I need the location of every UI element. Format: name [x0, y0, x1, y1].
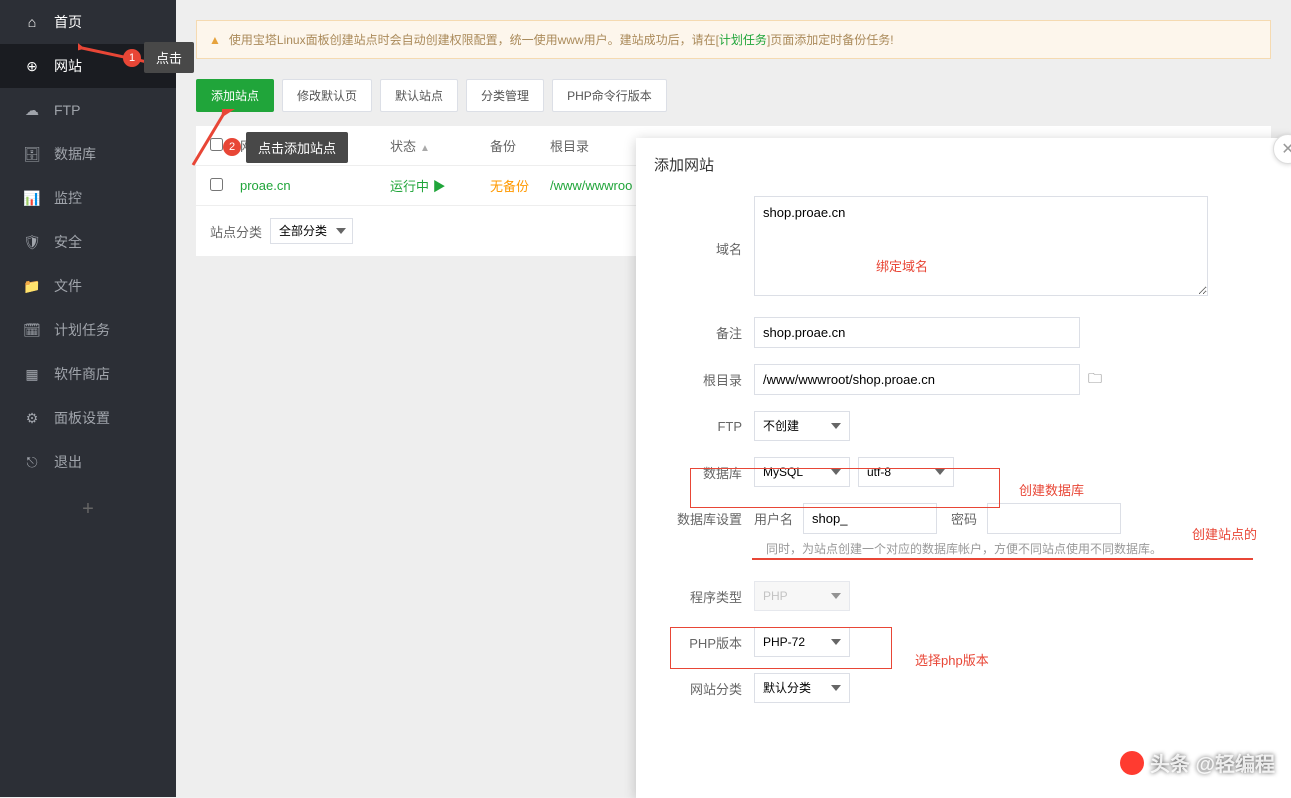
add-site-button[interactable]: 添加站点 — [196, 79, 274, 112]
sidebar: ⌂首页 ⊕网站 ☁FTP 🗄数据库 📊监控 🛡安全 📁文件 🗓计划任务 ▦软件商… — [0, 0, 176, 797]
calendar-icon: 🗓 — [24, 322, 40, 338]
alert-link[interactable]: 计划任务 — [719, 33, 767, 47]
db-type-select[interactable]: MySQL — [754, 457, 850, 487]
nav-monitor[interactable]: 📊监控 — [0, 176, 176, 220]
label-db: 数据库 — [654, 463, 754, 482]
col-backup: 备份 — [490, 136, 550, 155]
db-charset-select[interactable]: utf-8 — [858, 457, 954, 487]
alert-text-suffix: ]页面添加定时备份任务! — [767, 33, 894, 47]
tooltip-1: 点击 — [144, 42, 194, 73]
alert-banner: ▲ 使用宝塔Linux面板创建站点时会自动创建权限配置，统一使用www用户。建站… — [196, 20, 1271, 59]
php-version-select[interactable]: PHP-72 — [754, 627, 850, 657]
nav-ftp[interactable]: ☁FTP — [0, 88, 176, 132]
globe-icon: ⊕ — [24, 58, 40, 74]
nav-security[interactable]: 🛡安全 — [0, 220, 176, 264]
php-cli-button[interactable]: PHP命令行版本 — [552, 79, 667, 112]
label-cat: 网站分类 — [654, 679, 754, 698]
default-site-button[interactable]: 默认站点 — [380, 79, 458, 112]
label-phpv: PHP版本 — [654, 633, 754, 652]
ftp-icon: ☁ — [24, 102, 40, 118]
col-status[interactable]: 状态▲ — [390, 136, 490, 155]
folder-browse-icon[interactable]: 🗀 — [1088, 368, 1102, 392]
database-icon: 🗄 — [24, 146, 40, 162]
db-hint: 同时，为站点创建一个对应的数据库帐户，方便不同站点使用不同数据库。 — [766, 540, 1266, 557]
label-root: 根目录 — [654, 370, 754, 389]
nav-add[interactable]: + — [0, 484, 176, 535]
cell-name[interactable]: proae.cn — [240, 178, 390, 193]
alert-text-prefix: 使用宝塔Linux面板创建站点时会自动创建权限配置，统一使用www用户。建站成功… — [229, 33, 719, 47]
db-user-input[interactable] — [803, 503, 937, 534]
cell-status[interactable]: 运行中 ▶ — [390, 176, 490, 195]
row-checkbox[interactable] — [210, 178, 223, 191]
shield-icon: 🛡 — [24, 234, 40, 250]
nav-home[interactable]: ⌂首页 — [0, 0, 176, 44]
annot-site-hint: 创建站点的 — [1192, 524, 1257, 543]
tooltip-2: 点击添加站点 — [246, 132, 348, 163]
db-password-input[interactable] — [987, 503, 1121, 534]
nav-database[interactable]: 🗄数据库 — [0, 132, 176, 176]
nav-appstore[interactable]: ▦软件商店 — [0, 352, 176, 396]
home-icon: ⌂ — [24, 14, 40, 30]
badge-2: 2 — [223, 138, 241, 156]
gear-icon: ⚙ — [24, 410, 40, 426]
ftp-select[interactable]: 不创建 — [754, 411, 850, 441]
label-ftp: FTP — [654, 419, 754, 434]
filter-label: 站点分类 — [210, 222, 262, 241]
add-site-modal: ✕ 添加网站 域名 shop.proae.cn 备注 根目录 🗀 FTP 不创建… — [636, 138, 1291, 798]
badge-1: 1 — [123, 49, 141, 67]
remark-input[interactable] — [754, 317, 1080, 348]
modal-title: 添加网站 — [636, 138, 1291, 192]
cell-backup[interactable]: 无备份 — [490, 176, 550, 195]
program-type-select: PHP — [754, 581, 850, 611]
category-select[interactable]: 全部分类 — [270, 218, 353, 244]
label-ptype: 程序类型 — [654, 587, 754, 606]
logout-icon: ⎋ — [24, 454, 40, 470]
watermark: 头条 @轻编程 — [1120, 748, 1275, 777]
annot-create-db: 创建数据库 — [1019, 480, 1084, 499]
grid-icon: ▦ — [24, 366, 40, 382]
label-pwd: 密码 — [951, 509, 977, 528]
label-user: 用户名 — [754, 509, 793, 528]
label-dbset: 数据库设置 — [654, 509, 754, 528]
root-path-input[interactable] — [754, 364, 1080, 395]
annot-sel-php: 选择php版本 — [915, 650, 989, 669]
edit-default-page-button[interactable]: 修改默认页 — [282, 79, 372, 112]
nav-cron[interactable]: 🗓计划任务 — [0, 308, 176, 352]
watermark-icon — [1120, 751, 1144, 775]
domain-textarea[interactable]: shop.proae.cn — [754, 196, 1208, 296]
label-remark: 备注 — [654, 323, 754, 342]
nav-files[interactable]: 📁文件 — [0, 264, 176, 308]
warning-icon: ▲ — [209, 33, 221, 47]
site-category-select[interactable]: 默认分类 — [754, 673, 850, 703]
annot-bind-domain: 绑定域名 — [876, 256, 928, 275]
nav-logout[interactable]: ⎋退出 — [0, 440, 176, 484]
toolbar: 添加站点 修改默认页 默认站点 分类管理 PHP命令行版本 — [196, 79, 1271, 112]
category-manage-button[interactable]: 分类管理 — [466, 79, 544, 112]
nav-settings[interactable]: ⚙面板设置 — [0, 396, 176, 440]
label-domain: 域名 — [654, 239, 754, 258]
folder-icon: 📁 — [24, 278, 40, 294]
monitor-icon: 📊 — [24, 190, 40, 206]
